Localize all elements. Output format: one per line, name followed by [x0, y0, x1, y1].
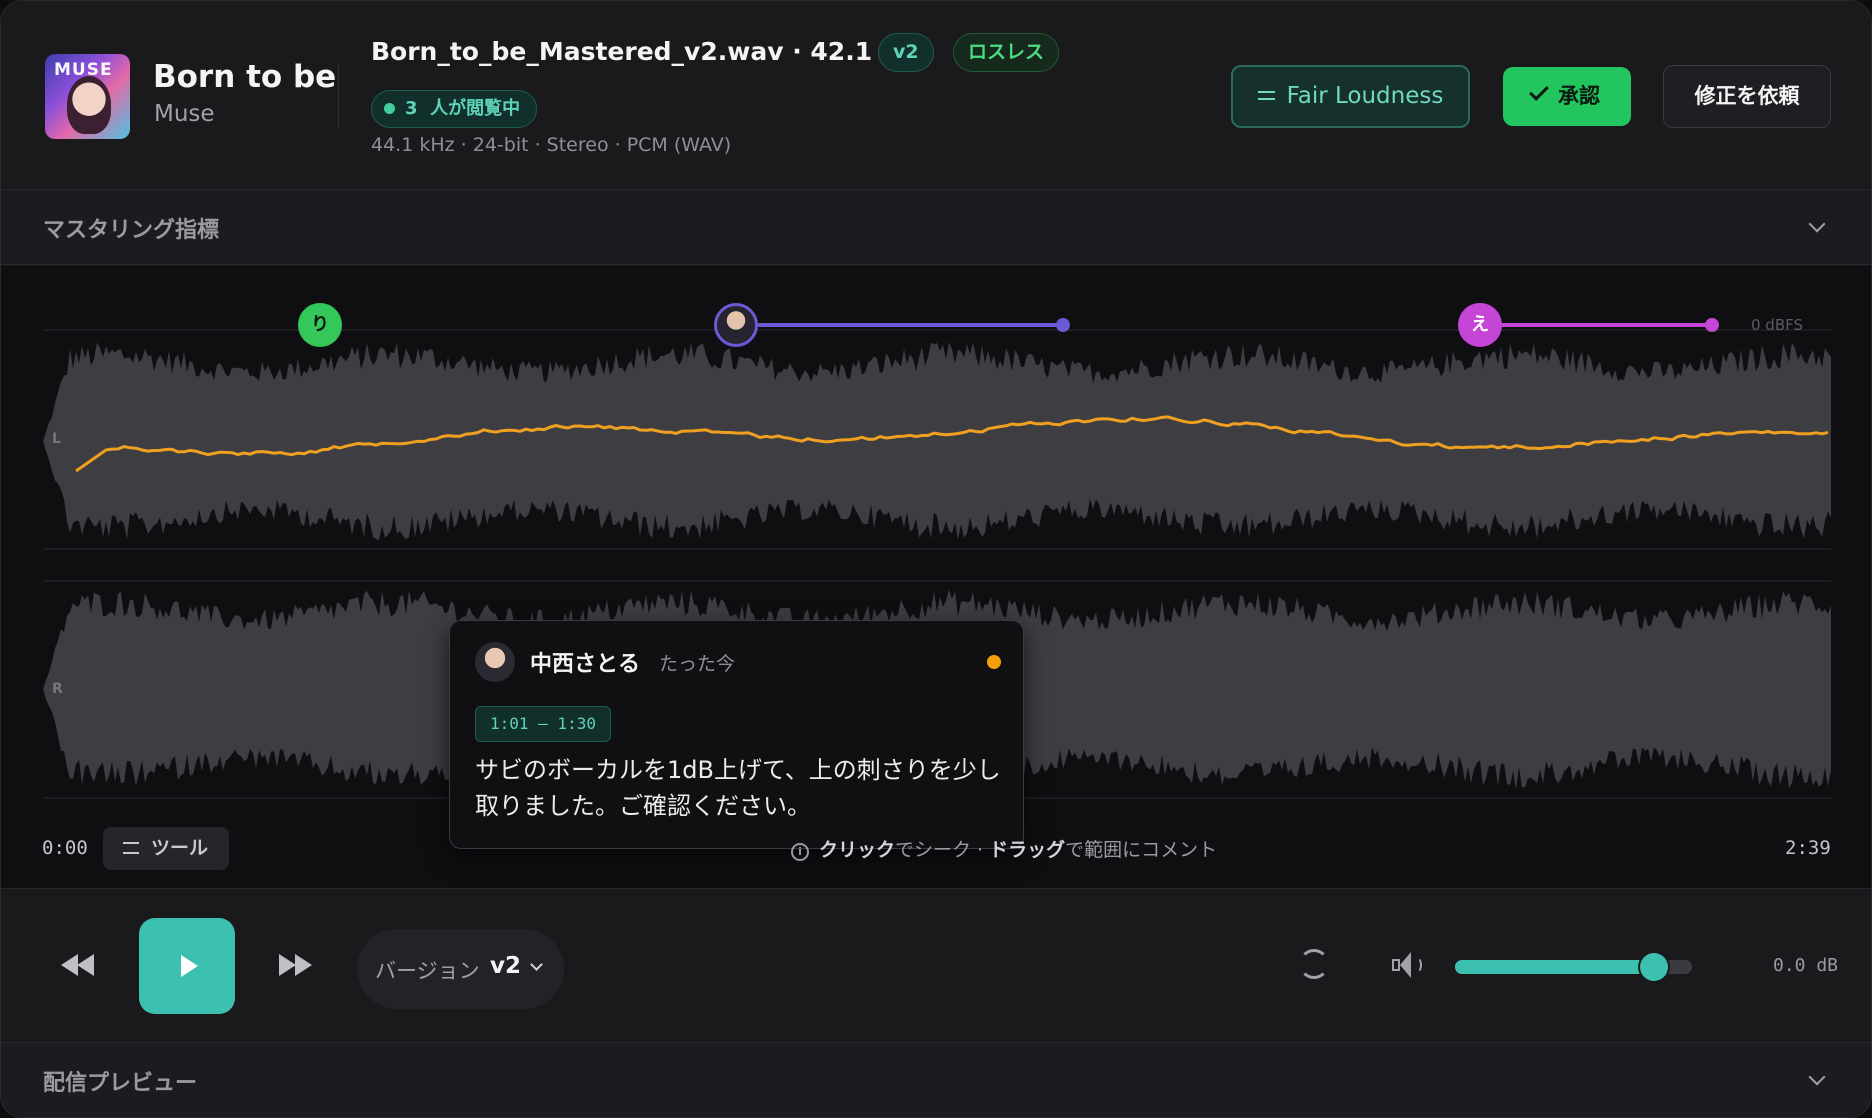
fair-loudness-label: Fair Loudness — [1286, 83, 1444, 109]
version-select-label: バージョン — [375, 959, 480, 983]
comment-time: たった今 — [659, 653, 736, 675]
version-select[interactable]: バージョン v2 — [357, 929, 564, 1009]
fair-loudness-button[interactable]: Fair Loudness — [1231, 65, 1470, 128]
info-icon: i — [791, 843, 809, 861]
volume-slider-fill — [1455, 960, 1655, 974]
volume-slider-handle[interactable] — [1640, 953, 1669, 981]
viewers-badge: 3 人が閲覧中 — [371, 90, 538, 128]
time-start: 0:00 — [42, 837, 88, 859]
sliders-icon — [123, 842, 139, 854]
metrics-section-label: マスタリング指標 — [43, 218, 220, 243]
play-button[interactable] — [139, 918, 235, 1014]
comment-range-end-purple[interactable] — [1056, 318, 1070, 332]
chevron-down-icon — [1808, 215, 1826, 233]
hint-range: で範囲にコメント — [1065, 839, 1218, 861]
volume-slider[interactable] — [1455, 953, 1692, 981]
equal-icon — [1257, 91, 1275, 100]
header-divider — [338, 63, 339, 129]
comment-marker-ri[interactable]: り — [298, 303, 342, 347]
preview-section-toggle[interactable]: 配信プレビュー — [1, 1042, 1871, 1117]
fast-forward-button[interactable] — [279, 951, 319, 979]
file-name: Born_to_be_Mastered_v2.wav · 42.1 MB — [371, 37, 925, 66]
lossless-badge: ロスレス — [953, 33, 1060, 72]
waveform-hint: i クリックでシーク · ドラッグで範囲にコメント — [791, 835, 1217, 862]
comment-body: サビのボーカルを1dB上げて、上の刺さりを少し取りました。ご確認ください。 — [475, 756, 1001, 820]
version-badge: v2 — [878, 33, 934, 72]
rewind-button[interactable] — [61, 951, 101, 979]
album-cover: MUSE — [45, 54, 130, 139]
app-window: MUSE Born to be Muse Born_to_be_Mastered… — [0, 0, 1872, 1118]
request-revision-button[interactable]: 修正を依頼 — [1663, 65, 1831, 128]
tools-label: ツール — [151, 837, 209, 859]
audio-spec: 44.1 kHz · 24-bit · Stereo · PCM (WAV) — [371, 134, 732, 156]
check-icon — [1529, 81, 1549, 101]
play-icon — [181, 955, 198, 977]
rewind-icon — [61, 954, 78, 976]
tools-button[interactable]: ツール — [103, 827, 229, 870]
viewers-label: 人が閲覧中 — [430, 98, 521, 119]
approve-button[interactable]: 承認 — [1503, 67, 1631, 126]
version-select-value: v2 — [490, 953, 521, 979]
live-dot-icon — [384, 103, 395, 114]
approve-label: 承認 — [1558, 84, 1600, 108]
cover-portrait — [67, 76, 111, 134]
preview-section-label: 配信プレビュー — [43, 1071, 198, 1096]
channel-label-right: R — [52, 681, 63, 697]
chevron-down-icon — [1808, 1068, 1826, 1086]
comment-marker-avatar[interactable] — [714, 303, 758, 347]
loop-button[interactable] — [1299, 949, 1329, 979]
comment-time-range[interactable]: 1:01 – 1:30 — [475, 706, 611, 742]
volume-icon[interactable] — [1390, 951, 1426, 979]
comment-marker-e[interactable]: え — [1458, 303, 1502, 347]
dbfs-label: 0 dBFS — [1751, 316, 1804, 334]
gain-readout: 0.0 dB — [1773, 955, 1839, 976]
waveform-area[interactable]: L R 0 dBFS り え 中西さとる たった今 1:01 – 1:30 サビ… — [1, 266, 1871, 888]
hint-click: クリック — [819, 839, 896, 861]
chevron-down-icon — [530, 958, 543, 971]
metrics-section-toggle[interactable]: マスタリング指標 — [1, 190, 1871, 265]
comment-author: 中西さとる — [530, 652, 641, 677]
time-end: 2:39 — [1785, 837, 1831, 859]
viewers-count: 3 — [405, 98, 418, 119]
comment-popover: 中西さとる たった今 1:01 – 1:30 サビのボーカルを1dB上げて、上の… — [449, 620, 1024, 849]
hint-seek: でシーク · — [895, 839, 990, 861]
channel-label-left: L — [52, 431, 61, 447]
unread-dot-icon — [987, 655, 1001, 669]
fast-forward-icon — [279, 954, 296, 976]
header: MUSE Born to be Muse Born_to_be_Mastered… — [1, 1, 1871, 190]
hint-drag: ドラッグ — [989, 839, 1066, 861]
track-artist: Muse — [154, 101, 215, 127]
comment-range-end-magenta[interactable] — [1705, 318, 1719, 332]
transport-bar: バージョン v2 0.0 dB — [1, 888, 1871, 1042]
commenter-avatar — [475, 642, 515, 682]
waveform-left-channel — [43, 342, 1831, 541]
track-title: Born to be — [153, 59, 337, 95]
